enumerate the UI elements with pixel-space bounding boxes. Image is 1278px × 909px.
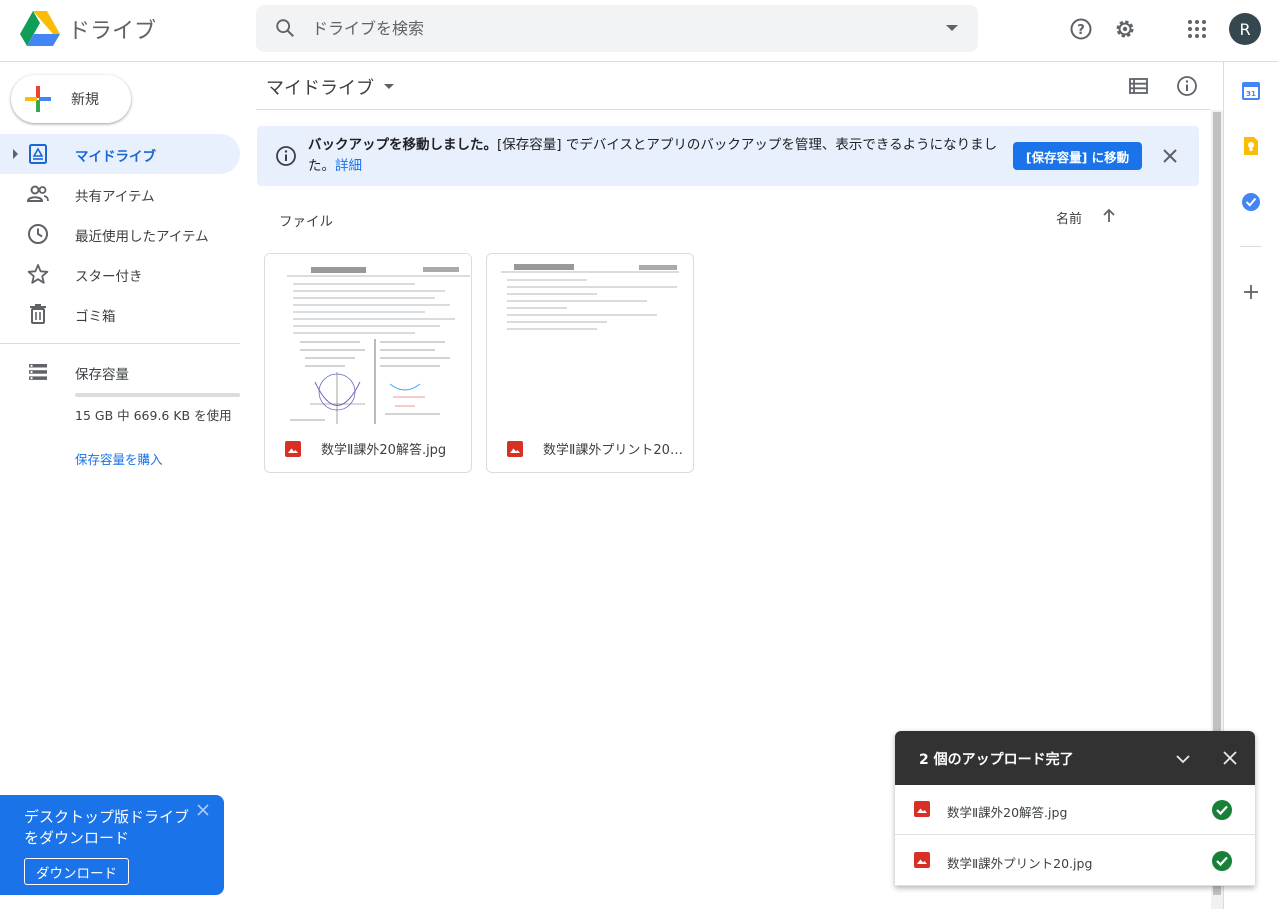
backup-moved-banner: バックアップを移動しました。[保存容量] でデバイスとアプリのバックアップを管理…: [257, 126, 1199, 186]
image-file-icon: [507, 441, 523, 457]
apps-grid-icon: [1188, 20, 1206, 38]
storage-usage-text: 15 GB 中 669.6 KB を使用: [75, 408, 232, 423]
svg-text:?: ?: [1077, 23, 1085, 38]
chevron-down-icon[interactable]: [1174, 750, 1192, 768]
document-preview-image: [285, 264, 471, 424]
new-button[interactable]: 新規: [11, 75, 131, 123]
desktop-download-promo: デスクトップ版ドライブをダウンロード ダウンロード: [0, 795, 224, 895]
close-icon[interactable]: [196, 803, 210, 817]
app-title[interactable]: ドライブ: [68, 13, 156, 45]
file-thumbnail: [487, 254, 693, 424]
search-options-caret-icon[interactable]: [946, 25, 958, 31]
sidebar-item-shared[interactable]: 共有アイテム: [0, 174, 240, 214]
expand-arrow-icon[interactable]: [13, 149, 18, 159]
banner-bold-text: バックアップを移動しました。: [308, 137, 497, 153]
file-card[interactable]: 数学Ⅱ課外プリント20.jpg: [486, 253, 694, 473]
plus-icon: [25, 86, 51, 112]
go-to-storage-button[interactable]: [保存容量] に移動: [1013, 142, 1142, 170]
upload-list-item[interactable]: 数学Ⅱ課外20解答.jpg: [895, 785, 1255, 835]
svg-text:31: 31: [1246, 90, 1256, 98]
storage-icon: [29, 364, 47, 380]
search-bar[interactable]: [256, 5, 978, 52]
file-footer: 数学Ⅱ課外プリント20.jpg: [487, 424, 693, 472]
sidebar-item-starred[interactable]: スター付き: [0, 254, 240, 294]
trash-icon: [30, 304, 46, 324]
upload-status-panel: 2 個のアップロード完了 数学Ⅱ課外20解答.jpg 数学Ⅱ課外プリント20.j…: [895, 731, 1255, 886]
shared-people-icon: [26, 185, 49, 202]
gear-icon: [1116, 20, 1134, 38]
sidebar-item-label: 最近使用したアイテム: [75, 229, 209, 245]
apps-button[interactable]: [1182, 14, 1212, 44]
banner-message: バックアップを移動しました。[保存容量] でデバイスとアプリのバックアップを管理…: [308, 135, 1008, 177]
info-icon[interactable]: [1176, 75, 1198, 97]
top-bar: ドライブ ? R: [0, 0, 1278, 62]
star-icon: [27, 264, 49, 284]
file-name: 数学Ⅱ課外20解答.jpg: [321, 443, 447, 458]
drive-logo-icon[interactable]: [20, 11, 60, 47]
file-footer: 数学Ⅱ課外20解答.jpg: [265, 424, 471, 472]
chevron-down-icon[interactable]: [384, 84, 394, 89]
my-drive-icon: [29, 144, 47, 164]
info-icon: [276, 146, 296, 166]
sidebar-item-storage[interactable]: 保存容量: [0, 352, 240, 392]
help-icon: ?: [1070, 18, 1092, 40]
check-circle-icon: [1212, 851, 1232, 871]
clock-icon: [28, 224, 48, 244]
main-divider: [256, 109, 1211, 110]
upload-panel-header: 2 個のアップロード完了: [895, 731, 1255, 785]
image-file-icon: [914, 801, 930, 817]
sidebar-item-label: 共有アイテム: [75, 189, 155, 205]
file-thumbnail: [265, 254, 471, 424]
promo-text: デスクトップ版ドライブをダウンロード: [24, 808, 190, 847]
list-view-icon[interactable]: [1128, 76, 1150, 96]
sidebar-divider: [0, 343, 240, 344]
file-name: 数学Ⅱ課外プリント20.jpg: [543, 443, 683, 458]
upload-list-item[interactable]: 数学Ⅱ課外プリント20.jpg: [895, 836, 1255, 886]
upload-file-name: 数学Ⅱ課外プリント20.jpg: [947, 856, 1093, 871]
document-preview-image: [501, 264, 679, 330]
image-file-icon: [914, 852, 930, 868]
download-button[interactable]: ダウンロード: [24, 858, 129, 885]
close-icon[interactable]: [1161, 147, 1179, 165]
sidebar-item-label: ゴミ箱: [75, 309, 116, 325]
sidebar-item-label: スター付き: [75, 269, 143, 285]
avatar[interactable]: R: [1229, 13, 1261, 45]
page-title[interactable]: マイドライブ: [266, 74, 374, 100]
arrow-up-icon[interactable]: [1100, 207, 1118, 225]
image-file-icon: [285, 441, 301, 457]
files-section-heading: ファイル: [279, 214, 333, 230]
storage-usage-bar: [75, 393, 240, 397]
upload-file-name: 数学Ⅱ課外20解答.jpg: [947, 805, 1068, 820]
upload-title: 2 個のアップロード完了: [919, 752, 1074, 768]
rail-divider: [1240, 246, 1262, 247]
settings-button[interactable]: [1110, 14, 1140, 44]
sidebar-item-recent[interactable]: 最近使用したアイテム: [0, 214, 240, 254]
help-button[interactable]: ?: [1066, 14, 1096, 44]
add-addon-icon[interactable]: [1240, 281, 1262, 303]
keep-icon[interactable]: [1240, 135, 1262, 157]
banner-detail-link[interactable]: 詳細: [335, 158, 362, 174]
buy-storage-link[interactable]: 保存容量を購入: [75, 449, 163, 468]
calendar-icon[interactable]: 31: [1240, 80, 1262, 102]
search-icon[interactable]: [274, 17, 296, 39]
tasks-icon[interactable]: [1240, 191, 1262, 213]
sidebar-item-label: マイドライブ: [75, 149, 156, 165]
sidebar-item-my-drive[interactable]: マイドライブ: [0, 134, 240, 174]
close-icon[interactable]: [1221, 749, 1239, 767]
sort-by-name-button[interactable]: 名前: [1056, 208, 1082, 227]
file-card[interactable]: 数学Ⅱ課外20解答.jpg: [264, 253, 472, 473]
check-circle-icon: [1212, 800, 1232, 820]
sidebar-item-label: 保存容量: [75, 367, 129, 383]
sidebar-item-trash[interactable]: ゴミ箱: [0, 294, 240, 334]
search-input[interactable]: [312, 13, 912, 43]
new-button-label: 新規: [71, 92, 99, 108]
